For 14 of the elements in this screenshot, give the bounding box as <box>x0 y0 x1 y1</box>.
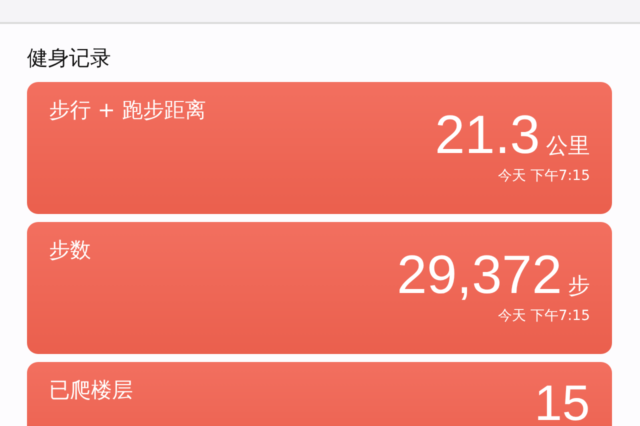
metric-time: 今天 下午7:15 <box>498 307 590 326</box>
section-title: 健身记录 <box>27 45 112 72</box>
metric-card[interactable]: 步行 + 跑步距离 21.3 公里 今天 下午7:15 <box>27 82 612 214</box>
metric-unit: 步 <box>568 273 590 301</box>
metric-title: 步数 <box>49 237 91 264</box>
metric-unit: 公里 <box>546 133 590 161</box>
metric-title: 步行 + 跑步距离 <box>49 97 206 124</box>
metric-value: 29,372 <box>396 246 562 306</box>
metric-value: 15 <box>534 378 590 426</box>
metric-time: 今天 下午7:15 <box>498 167 590 186</box>
metric-value: 21.3 <box>434 106 540 166</box>
metric-title: 已爬楼层 <box>49 377 133 404</box>
metric-card[interactable]: 步数 29,372 步 今天 下午7:15 <box>27 222 612 354</box>
metric-card[interactable]: 已爬楼层 15 <box>27 362 612 426</box>
